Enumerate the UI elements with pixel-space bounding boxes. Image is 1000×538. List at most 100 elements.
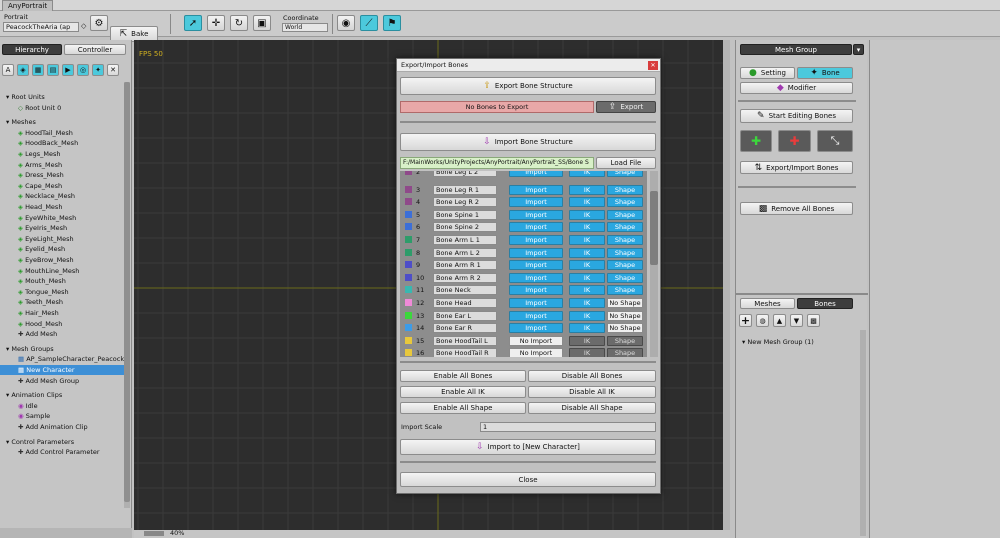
enable-all-ik-button[interactable]: Enable All IK <box>400 386 526 398</box>
link-bone-icon[interactable]: ✚ <box>778 130 811 152</box>
bone-shape-toggle[interactable]: Shape <box>607 197 643 208</box>
right-scrollbar[interactable] <box>860 330 866 536</box>
mesh-item[interactable]: ◈ Legs_Mesh <box>0 149 124 159</box>
mesh-item[interactable]: ◈ Hair_Mesh <box>0 308 124 318</box>
bone-shape-toggle[interactable]: Shape <box>607 235 643 245</box>
add-animation-clip-button[interactable]: ✚ Add Animation Clip <box>0 422 124 432</box>
mesh-item[interactable]: ◈ EyeBrow_Mesh <box>0 255 124 265</box>
bone-shape-toggle[interactable]: Shape <box>607 222 643 233</box>
bone-visibility-icon[interactable]: ⟋ <box>360 15 378 31</box>
zoom-slider[interactable] <box>144 531 164 536</box>
mesh-item[interactable]: ◈ Arms_Mesh <box>0 160 124 170</box>
import-scale-input[interactable]: 1 <box>480 422 656 432</box>
select-arrow-icon[interactable]: ◇ <box>81 22 86 30</box>
bone-shape-toggle[interactable]: No Shape <box>607 298 643 308</box>
bone-ik-toggle[interactable]: IK <box>569 310 605 321</box>
onion-skin-icon[interactable]: ◉ <box>337 15 355 31</box>
bone-import-toggle[interactable]: Import <box>509 298 563 308</box>
mesh-item[interactable]: ◈ Eyelid_Mesh <box>0 244 124 254</box>
bone-shape-toggle[interactable]: Shape <box>607 285 643 296</box>
chevron-down-icon[interactable]: ▾ <box>853 44 864 55</box>
bone-ik-toggle[interactable]: IK <box>569 285 605 296</box>
disable-all-ik-button[interactable]: Disable All IK <box>528 386 656 398</box>
bone-import-toggle[interactable]: Import <box>509 323 563 334</box>
close-filter-icon[interactable]: ✕ <box>107 64 119 76</box>
delete-icon[interactable]: ▩ <box>807 314 820 327</box>
add-bone-icon[interactable]: ✚ <box>740 130 772 152</box>
add-mesh-group-button[interactable]: ✚ Add Mesh Group <box>0 376 124 386</box>
mesh-group-item[interactable]: ▦ New Character <box>0 365 124 375</box>
bone-shape-toggle[interactable]: Shape <box>607 260 643 271</box>
import-to-button[interactable]: ⇩ Import to [New Character] <box>400 439 656 455</box>
mesh-item[interactable]: ◈ HoodTail_Mesh <box>0 128 124 138</box>
bone-filter-icon[interactable]: ✦ <box>92 64 104 76</box>
control-parameters-header[interactable]: ▾ Control Parameters <box>0 437 124 447</box>
export-import-bones-button[interactable]: ⇅ Export/Import Bones <box>740 161 853 174</box>
scale-tool-icon[interactable]: ▣ <box>253 15 271 31</box>
mesh-item[interactable]: ◈ MouthLine_Mesh <box>0 266 124 276</box>
anim-filter-icon[interactable]: ▶ <box>62 64 74 76</box>
mesh-item[interactable]: ◈ Tongue_Mesh <box>0 287 124 297</box>
bone-shape-toggle[interactable]: Shape <box>607 247 643 258</box>
bone-ik-toggle[interactable]: IK <box>569 272 605 283</box>
mesh-item[interactable]: ◈ EyeLight_Mesh <box>0 234 124 244</box>
mesh-item[interactable]: ◈ Mouth_Mesh <box>0 276 124 286</box>
bone-ik-toggle[interactable]: IK <box>569 335 605 346</box>
bone-import-toggle[interactable]: Import <box>509 235 563 245</box>
bone-shape-toggle[interactable]: Shape <box>607 272 643 283</box>
gear-icon[interactable]: ⚙ <box>90 15 108 31</box>
param-filter-icon[interactable]: ◎ <box>77 64 89 76</box>
bone-import-toggle[interactable]: Import <box>509 285 563 296</box>
image-filter-icon[interactable]: ▤ <box>47 64 59 76</box>
viewport-vscroll[interactable] <box>723 40 730 530</box>
window-tab[interactable]: AnyPortrait <box>2 0 54 11</box>
move-down-icon[interactable]: ▼ <box>790 314 803 327</box>
add-icon[interactable]: + <box>739 314 752 327</box>
bone-shape-toggle[interactable]: Shape <box>607 209 643 220</box>
enable-all-bones-button[interactable]: Enable All Bones <box>400 370 526 382</box>
remove-all-bones-button[interactable]: ▩ Remove All Bones <box>740 202 853 215</box>
bone-ik-toggle[interactable]: IK <box>569 197 605 208</box>
bone-import-toggle[interactable]: Import <box>509 272 563 283</box>
load-file-button[interactable]: Load File <box>596 157 656 169</box>
root-unit-item[interactable]: ◇ Root Unit 0 <box>0 103 124 113</box>
mesh-item[interactable]: ◈ Head_Mesh <box>0 202 124 212</box>
close-button[interactable]: Close <box>400 472 656 487</box>
bone-ik-toggle[interactable]: IK <box>569 184 605 195</box>
move-tool-icon[interactable]: ✛ <box>207 15 225 31</box>
tab-hierarchy[interactable]: Hierarchy <box>2 44 62 55</box>
mesh-item[interactable]: ◈ Teeth_Mesh <box>0 297 124 307</box>
mesh-groups-header[interactable]: ▾ Mesh Groups <box>0 344 124 354</box>
mesh-item[interactable]: ◈ Necklace_Mesh <box>0 191 124 201</box>
bone-ik-toggle[interactable]: IK <box>569 235 605 245</box>
bone-import-toggle[interactable]: Import <box>509 247 563 258</box>
bone-ik-toggle[interactable]: IK <box>569 171 605 177</box>
modifier-button[interactable]: ◆ Modifier <box>740 82 853 94</box>
bone-ik-toggle[interactable]: IK <box>569 298 605 308</box>
bone-import-toggle[interactable]: Import <box>509 260 563 271</box>
bone-ik-toggle[interactable]: IK <box>569 323 605 334</box>
mesh-visibility-icon[interactable]: ⚑ <box>383 15 401 31</box>
bone-ik-toggle[interactable]: IK <box>569 209 605 220</box>
bone-shape-toggle[interactable]: Shape <box>607 184 643 195</box>
tab-bones[interactable]: Bones <box>797 298 853 309</box>
mesh-group-item[interactable]: ▦ AP_SampleCharacter_PeacockT <box>0 354 124 364</box>
bone-ik-toggle[interactable]: IK <box>569 247 605 258</box>
tab-controller[interactable]: Controller <box>64 44 126 55</box>
group-filter-icon[interactable]: ▦ <box>32 64 44 76</box>
animation-clip-item[interactable]: ◉ Idle <box>0 401 124 411</box>
export-bone-structure-button[interactable]: ⇪ Export Bone Structure <box>400 77 656 95</box>
mesh-group-item[interactable]: ▾ New Mesh Group (1) <box>742 338 814 346</box>
mesh-item[interactable]: ◈ EyeWhite_Mesh <box>0 213 124 223</box>
bone-import-toggle[interactable]: Import <box>509 222 563 233</box>
tab-bone[interactable]: ✦ Bone <box>797 67 853 79</box>
start-editing-bones-button[interactable]: ✎ Start Editing Bones <box>740 109 853 123</box>
text-filter-icon[interactable]: A <box>2 64 14 76</box>
bone-shape-toggle[interactable]: Shape <box>607 348 643 357</box>
mesh-item[interactable]: ◈ Cape_Mesh <box>0 181 124 191</box>
animation-clips-header[interactable]: ▾ Animation Clips <box>0 390 124 400</box>
mesh-item[interactable]: ◈ HoodBack_Mesh <box>0 138 124 148</box>
file-path-field[interactable]: F:/MainWorks/UnityProjects/AnyPortrait/A… <box>400 157 594 169</box>
add-control-parameter-button[interactable]: ✚ Add Control Parameter <box>0 447 124 457</box>
coordinate-select[interactable]: World <box>282 23 328 32</box>
